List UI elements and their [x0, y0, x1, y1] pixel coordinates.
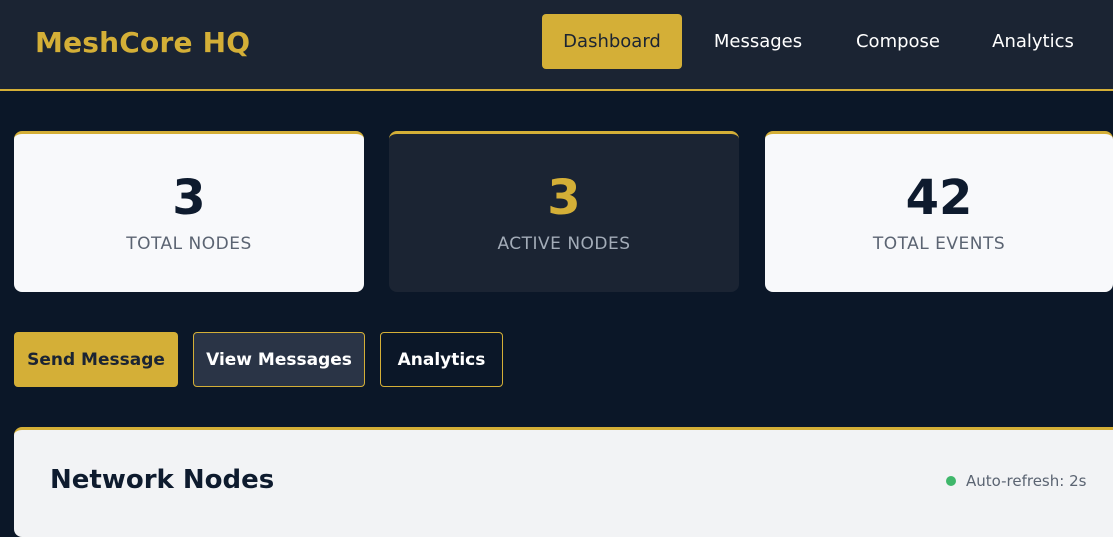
- stat-label: ACTIVE NODES: [497, 234, 631, 254]
- stat-value: 3: [172, 170, 206, 226]
- stat-value: 42: [905, 170, 973, 226]
- top-header: MeshCore HQ Dashboard Messages Compose A…: [0, 0, 1113, 91]
- stat-label: TOTAL EVENTS: [872, 234, 1006, 254]
- nav-compose[interactable]: Compose: [840, 14, 956, 69]
- analytics-button[interactable]: Analytics: [380, 332, 503, 387]
- brand-logo-text[interactable]: MeshCore HQ: [35, 26, 250, 59]
- nav-dashboard[interactable]: Dashboard: [542, 14, 682, 69]
- status-dot-icon: [946, 476, 956, 486]
- nav-messages[interactable]: Messages: [700, 14, 816, 69]
- stat-label: TOTAL NODES: [126, 234, 252, 254]
- stat-card-active-nodes: 3 ACTIVE NODES: [389, 131, 739, 292]
- stat-card-total-nodes: 3 TOTAL NODES: [14, 131, 364, 292]
- auto-refresh-indicator: Auto-refresh: 2s: [946, 472, 1086, 490]
- stat-value: 3: [547, 170, 581, 226]
- send-message-button[interactable]: Send Message: [14, 332, 178, 387]
- auto-refresh-label: Auto-refresh: 2s: [966, 472, 1087, 490]
- view-messages-button[interactable]: View Messages: [193, 332, 365, 387]
- stat-card-total-events: 42 TOTAL EVENTS: [765, 131, 1113, 292]
- nav-analytics[interactable]: Analytics: [975, 14, 1091, 69]
- panel-title: Network Nodes: [50, 465, 275, 495]
